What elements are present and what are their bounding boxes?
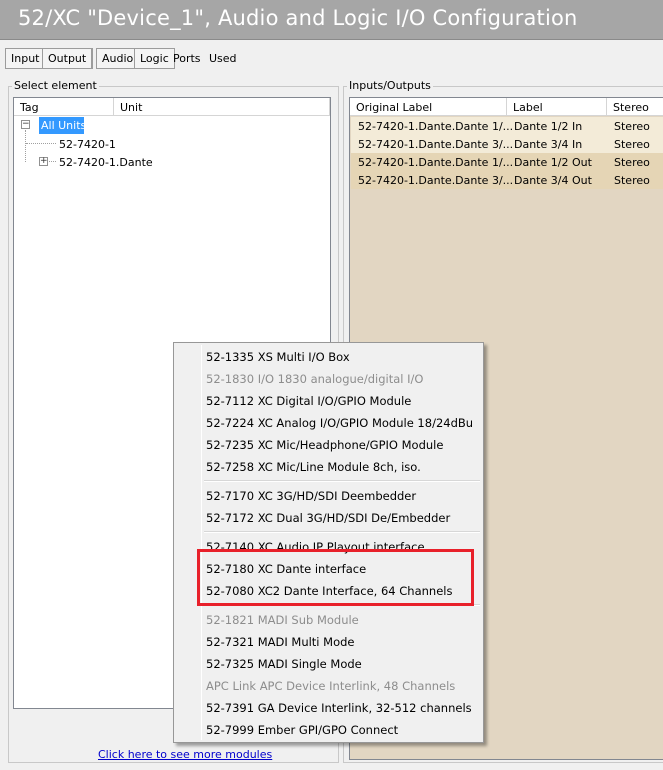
- output-button[interactable]: Output: [42, 48, 93, 69]
- tree-item-unit[interactable]: 52-7420-1: [59, 136, 116, 153]
- stereo-cell: Stereo: [614, 156, 650, 169]
- add-module-context-menu: 52-1335 XS Multi I/O Box 52-1830 I/O 183…: [173, 342, 484, 743]
- menu-item-52-7258[interactable]: 52-7258 XC Mic/Line Module 8ch, iso.: [174, 455, 483, 477]
- logic-button[interactable]: Logic: [134, 48, 175, 69]
- menu-item-52-1821: 52-1821 MADI Sub Module: [206, 613, 359, 627]
- stereo-cell: Stereo: [614, 138, 650, 151]
- unit-column-header[interactable]: Unit: [114, 98, 330, 116]
- stereo-cell: Stereo: [614, 120, 650, 133]
- expand-icon[interactable]: +: [39, 157, 48, 166]
- input-button[interactable]: Input: [5, 48, 46, 69]
- toolbar-separator: [92, 48, 93, 69]
- select-element-title: Select element: [12, 79, 99, 92]
- menu-item-52-7235[interactable]: 52-7235 XC Mic/Headphone/GPIO Module: [174, 433, 483, 455]
- tree-item-all-units[interactable]: All Units: [39, 117, 86, 134]
- more-modules-link[interactable]: Click here to see more modules: [98, 748, 272, 761]
- menu-separator: [204, 480, 480, 482]
- menu-item-52-7391[interactable]: 52-7391 GA Device Interlink, 32-512 chan…: [174, 696, 483, 718]
- used-toggle[interactable]: Used: [209, 52, 237, 65]
- tree-item-dante[interactable]: 52-7420-1.Dante: [59, 154, 153, 171]
- window-title: 52/XC "Device_1", Audio and Logic I/O Co…: [18, 6, 578, 30]
- label-header[interactable]: Label: [507, 98, 607, 116]
- menu-separator: [204, 531, 480, 533]
- menu-item-52-7325[interactable]: 52-7325 MADI Single Mode: [174, 652, 483, 674]
- original-label-cell: 52-7420-1.Dante.Dante 1/...: [358, 156, 514, 169]
- original-label-cell: 52-7420-1.Dante.Dante 3/...: [358, 138, 514, 151]
- menu-item-52-7172[interactable]: 52-7172 XC Dual 3G/HD/SDI De/Embedder: [174, 506, 483, 528]
- stereo-header[interactable]: Stereo: [607, 98, 663, 116]
- stereo-cell: Stereo: [614, 174, 650, 187]
- collapse-icon[interactable]: −: [21, 120, 30, 129]
- menu-item-52-7999[interactable]: 52-7999 Ember GPI/GPO Connect: [174, 718, 483, 740]
- label-cell: Dante 1/2 In: [514, 120, 583, 133]
- label-cell: Dante 3/4 Out: [514, 174, 592, 187]
- tree-line: [26, 143, 56, 144]
- io-row[interactable]: 52-7420-1.Dante.Dante 3/... Dante 3/4 In…: [351, 135, 663, 153]
- label-cell: Dante 1/2 Out: [514, 156, 592, 169]
- toolbar: Input Output Audio Logic Ports Used: [5, 46, 663, 70]
- io-row[interactable]: 52-7420-1.Dante.Dante 1/... Dante 1/2 Ou…: [351, 153, 663, 171]
- io-row[interactable]: 52-7420-1.Dante.Dante 1/... Dante 1/2 In…: [351, 117, 663, 135]
- original-label-cell: 52-7420-1.Dante.Dante 3/...: [358, 174, 514, 187]
- menu-item-52-7321[interactable]: 52-7321 MADI Multi Mode: [174, 630, 483, 652]
- audio-button[interactable]: Audio: [96, 48, 140, 69]
- original-label-header[interactable]: Original Label: [350, 98, 507, 116]
- ports-toggle[interactable]: Ports: [173, 52, 201, 65]
- title-bar: 52/XC "Device_1", Audio and Logic I/O Co…: [0, 0, 663, 40]
- inputs-outputs-title: Inputs/Outputs: [347, 79, 433, 92]
- highlight-annotation-box: [197, 549, 474, 606]
- menu-item-52-7224[interactable]: 52-7224 XC Analog I/O/GPIO Module 18/24d…: [174, 411, 483, 433]
- original-label-cell: 52-7420-1.Dante.Dante 1/...: [358, 120, 514, 133]
- io-row[interactable]: 52-7420-1.Dante.Dante 3/... Dante 3/4 Ou…: [351, 171, 663, 189]
- menu-item-52-1335[interactable]: 52-1335 XS Multi I/O Box: [174, 345, 483, 367]
- tag-column-header[interactable]: Tag: [14, 98, 114, 116]
- label-cell: Dante 3/4 In: [514, 138, 583, 151]
- menu-item-52-7112[interactable]: 52-7112 XC Digital I/O/GPIO Module: [174, 389, 483, 411]
- menu-item-apc-link: APC Link APC Device Interlink, 48 Channe…: [206, 679, 456, 693]
- menu-item-52-7170[interactable]: 52-7170 XC 3G/HD/SDI Deembedder: [174, 484, 483, 506]
- tree-line: [25, 130, 26, 162]
- menu-item-52-1830: 52-1830 I/O 1830 analogue/digital I/O: [206, 372, 424, 386]
